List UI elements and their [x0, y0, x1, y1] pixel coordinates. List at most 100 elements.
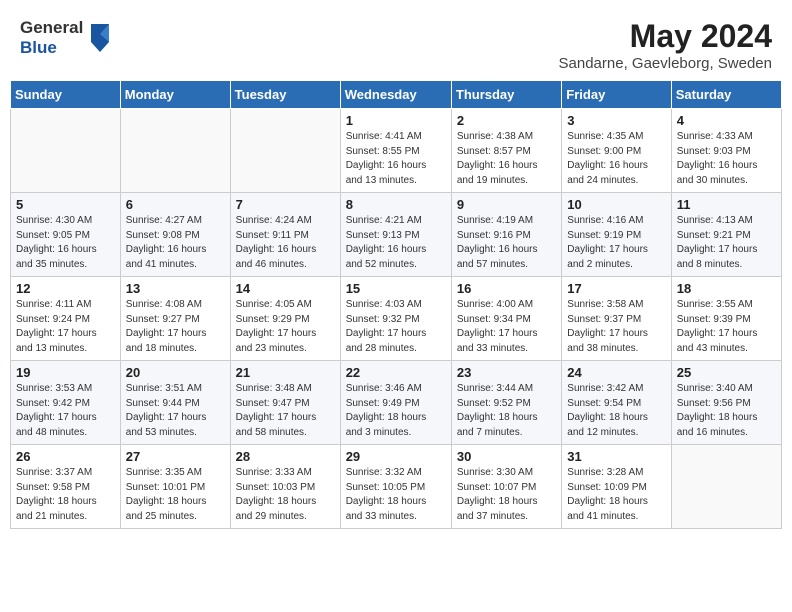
calendar-cell: 23 Sunrise: 3:44 AM Sunset: 9:52 PM Dayli…	[451, 361, 561, 445]
day-info: Sunrise: 4:35 AM Sunset: 9:00 PM Dayligh…	[567, 130, 665, 188]
calendar-cell: 16 Sunrise: 4:00 AM Sunset: 9:34 PM Dayli…	[451, 277, 561, 361]
day-info: Sunrise: 4:27 AM Sunset: 9:08 PM Dayligh…	[126, 214, 225, 272]
calendar-table: SundayMondayTuesdayWednesdayThursdayFrid…	[10, 80, 782, 529]
day-number: 25	[677, 365, 776, 380]
day-number: 3	[567, 113, 665, 128]
day-info: Sunrise: 3:42 AM Sunset: 9:54 PM Dayligh…	[567, 382, 665, 440]
calendar-cell: 25 Sunrise: 3:40 AM Sunset: 9:56 PM Dayli…	[671, 361, 781, 445]
col-header-saturday: Saturday	[671, 81, 781, 109]
day-number: 18	[677, 281, 776, 296]
logo-icon	[85, 20, 115, 56]
day-info: Sunrise: 3:58 AM Sunset: 9:37 PM Dayligh…	[567, 298, 665, 356]
day-info: Sunrise: 4:11 AM Sunset: 9:24 PM Dayligh…	[16, 298, 115, 356]
calendar-cell: 24 Sunrise: 3:42 AM Sunset: 9:54 PM Dayli…	[562, 361, 671, 445]
day-info: Sunrise: 3:40 AM Sunset: 9:56 PM Dayligh…	[677, 382, 776, 440]
day-number: 9	[457, 197, 556, 212]
day-info: Sunrise: 3:55 AM Sunset: 9:39 PM Dayligh…	[677, 298, 776, 356]
calendar-cell: 3 Sunrise: 4:35 AM Sunset: 9:00 PM Daylig…	[562, 109, 671, 193]
day-info: Sunrise: 3:32 AM Sunset: 10:05 PM Daylig…	[346, 466, 446, 524]
day-number: 28	[236, 449, 335, 464]
calendar-week-row: 19 Sunrise: 3:53 AM Sunset: 9:42 PM Dayli…	[11, 361, 782, 445]
calendar-cell: 27Sunrise: 3:35 AM Sunset: 10:01 PM Dayl…	[120, 445, 230, 529]
day-number: 22	[346, 365, 446, 380]
calendar-header-row: SundayMondayTuesdayWednesdayThursdayFrid…	[11, 81, 782, 109]
logo-blue: Blue	[20, 38, 57, 57]
day-number: 21	[236, 365, 335, 380]
calendar-cell: 29 Sunrise: 3:32 AM Sunset: 10:05 PM Dayl…	[340, 445, 451, 529]
day-number: 26	[16, 449, 115, 464]
day-info: Sunrise: 3:33 AM Sunset: 10:03 PM Daylig…	[236, 466, 335, 524]
day-info: Sunrise: 4:00 AM Sunset: 9:34 PM Dayligh…	[457, 298, 556, 356]
day-info: Sunrise: 4:21 AM Sunset: 9:13 PM Dayligh…	[346, 214, 446, 272]
logo: General Blue	[20, 18, 115, 57]
calendar-cell: 10Sunrise: 4:16 AM Sunset: 9:19 PM Dayli…	[562, 193, 671, 277]
page-header: General Blue May 2024 Sandarne, Gaevlebo…	[10, 10, 782, 76]
day-number: 2	[457, 113, 556, 128]
day-number: 20	[126, 365, 225, 380]
day-number: 4	[677, 113, 776, 128]
day-info: Sunrise: 4:19 AM Sunset: 9:16 PM Dayligh…	[457, 214, 556, 272]
day-info: Sunrise: 4:08 AM Sunset: 9:27 PM Dayligh…	[126, 298, 225, 356]
day-info: Sunrise: 4:13 AM Sunset: 9:21 PM Dayligh…	[677, 214, 776, 272]
month-year-title: May 2024	[559, 18, 772, 55]
calendar-cell	[120, 109, 230, 193]
calendar-week-row: 26Sunrise: 3:37 AM Sunset: 9:58 PM Dayli…	[11, 445, 782, 529]
day-number: 31	[567, 449, 665, 464]
day-number: 12	[16, 281, 115, 296]
calendar-cell	[11, 109, 121, 193]
day-info: Sunrise: 3:35 AM Sunset: 10:01 PM Daylig…	[126, 466, 225, 524]
day-info: Sunrise: 4:16 AM Sunset: 9:19 PM Dayligh…	[567, 214, 665, 272]
day-info: Sunrise: 4:03 AM Sunset: 9:32 PM Dayligh…	[346, 298, 446, 356]
day-number: 6	[126, 197, 225, 212]
calendar-cell: 4Sunrise: 4:33 AM Sunset: 9:03 PM Daylig…	[671, 109, 781, 193]
calendar-cell: 13 Sunrise: 4:08 AM Sunset: 9:27 PM Dayli…	[120, 277, 230, 361]
day-info: Sunrise: 4:24 AM Sunset: 9:11 PM Dayligh…	[236, 214, 335, 272]
calendar-cell: 11 Sunrise: 4:13 AM Sunset: 9:21 PM Dayli…	[671, 193, 781, 277]
day-number: 24	[567, 365, 665, 380]
calendar-cell: 1 Sunrise: 4:41 AM Sunset: 8:55 PM Daylig…	[340, 109, 451, 193]
day-info: Sunrise: 3:28 AM Sunset: 10:09 PM Daylig…	[567, 466, 665, 524]
location-subtitle: Sandarne, Gaevleborg, Sweden	[559, 55, 772, 72]
day-info: Sunrise: 3:44 AM Sunset: 9:52 PM Dayligh…	[457, 382, 556, 440]
day-info: Sunrise: 4:41 AM Sunset: 8:55 PM Dayligh…	[346, 130, 446, 188]
day-number: 30	[457, 449, 556, 464]
day-number: 11	[677, 197, 776, 212]
day-number: 15	[346, 281, 446, 296]
day-number: 23	[457, 365, 556, 380]
logo-general: General	[20, 18, 83, 37]
calendar-cell: 21 Sunrise: 3:48 AM Sunset: 9:47 PM Dayli…	[230, 361, 340, 445]
day-info: Sunrise: 3:46 AM Sunset: 9:49 PM Dayligh…	[346, 382, 446, 440]
day-number: 8	[346, 197, 446, 212]
calendar-cell: 7 Sunrise: 4:24 AM Sunset: 9:11 PM Daylig…	[230, 193, 340, 277]
day-info: Sunrise: 3:48 AM Sunset: 9:47 PM Dayligh…	[236, 382, 335, 440]
col-header-wednesday: Wednesday	[340, 81, 451, 109]
calendar-cell: 6 Sunrise: 4:27 AM Sunset: 9:08 PM Daylig…	[120, 193, 230, 277]
calendar-cell: 20Sunrise: 3:51 AM Sunset: 9:44 PM Dayli…	[120, 361, 230, 445]
calendar-cell: 31 Sunrise: 3:28 AM Sunset: 10:09 PM Dayl…	[562, 445, 671, 529]
day-info: Sunrise: 4:38 AM Sunset: 8:57 PM Dayligh…	[457, 130, 556, 188]
day-number: 13	[126, 281, 225, 296]
calendar-cell	[671, 445, 781, 529]
calendar-cell: 22 Sunrise: 3:46 AM Sunset: 9:49 PM Dayli…	[340, 361, 451, 445]
day-info: Sunrise: 3:30 AM Sunset: 10:07 PM Daylig…	[457, 466, 556, 524]
day-number: 29	[346, 449, 446, 464]
day-number: 19	[16, 365, 115, 380]
day-info: Sunrise: 4:05 AM Sunset: 9:29 PM Dayligh…	[236, 298, 335, 356]
day-info: Sunrise: 3:53 AM Sunset: 9:42 PM Dayligh…	[16, 382, 115, 440]
day-number: 7	[236, 197, 335, 212]
calendar-cell: 9 Sunrise: 4:19 AM Sunset: 9:16 PM Daylig…	[451, 193, 561, 277]
calendar-cell: 18 Sunrise: 3:55 AM Sunset: 9:39 PM Dayli…	[671, 277, 781, 361]
calendar-cell	[230, 109, 340, 193]
calendar-cell: 17Sunrise: 3:58 AM Sunset: 9:37 PM Dayli…	[562, 277, 671, 361]
col-header-friday: Friday	[562, 81, 671, 109]
calendar-cell: 8 Sunrise: 4:21 AM Sunset: 9:13 PM Daylig…	[340, 193, 451, 277]
day-info: Sunrise: 4:30 AM Sunset: 9:05 PM Dayligh…	[16, 214, 115, 272]
day-number: 1	[346, 113, 446, 128]
day-number: 5	[16, 197, 115, 212]
col-header-tuesday: Tuesday	[230, 81, 340, 109]
col-header-thursday: Thursday	[451, 81, 561, 109]
day-number: 16	[457, 281, 556, 296]
day-number: 14	[236, 281, 335, 296]
calendar-cell: 5 Sunrise: 4:30 AM Sunset: 9:05 PM Daylig…	[11, 193, 121, 277]
title-block: May 2024 Sandarne, Gaevleborg, Sweden	[559, 18, 772, 72]
